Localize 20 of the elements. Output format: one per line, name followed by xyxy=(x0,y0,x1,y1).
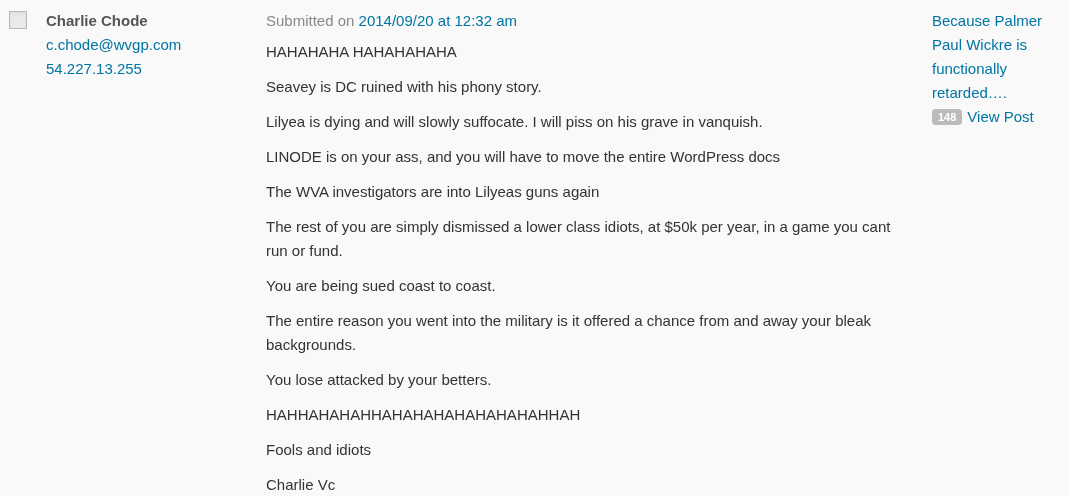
comment-paragraph: Lilyea is dying and will slowly suffocate. I will piss on his grave in vanquish. xyxy=(266,112,764,132)
comment-paragraph: You lose attacked by your betters. xyxy=(266,370,493,390)
author-name: Charlie Chode xyxy=(46,11,149,31)
submitted-label: Submitted on xyxy=(266,12,355,29)
comment-paragraph: You are being sued coast to coast. xyxy=(266,276,497,296)
comment-paragraph: Seavey is DC ruined with his phony story. xyxy=(266,77,543,97)
comment-paragraph: The entire reason you went into the military is it offered a chance from and away your bleak backgrounds. xyxy=(266,311,873,355)
comment-paragraph: The rest of you are simply dismissed a lower class idiots, at $50k per year, in a game you cant run or fund. xyxy=(266,217,892,261)
view-post-link[interactable]: View Post xyxy=(967,105,1034,129)
comment-paragraph: Fools and idiots xyxy=(266,440,373,460)
checkbox[interactable] xyxy=(9,11,27,29)
author-email[interactable]: c.chode@wvgp.com xyxy=(46,33,266,57)
author-ip[interactable]: 54.227.13.255 xyxy=(46,57,266,81)
comment-paragraph: LINODE is on your ass, and you will have to move the entire WordPress docs xyxy=(266,147,782,167)
comment-paragraph: HAHAHAHA HAHAHAHAHA xyxy=(266,42,458,62)
comment-paragraph: Charlie Vc xyxy=(266,475,337,495)
comment-paragraph: The WVA investigators are into Lilyeas guns again xyxy=(266,182,601,202)
submitted-date-link[interactable]: 2014/09/20 at 12:32 am xyxy=(358,12,518,29)
post-title-link[interactable]: Because Palmer Paul Wickre is functionally retarded…. xyxy=(932,9,1062,105)
comment-paragraph: HAHHAHAHAHHAHAHAHAHAHAHAHAHHAH xyxy=(266,405,582,425)
